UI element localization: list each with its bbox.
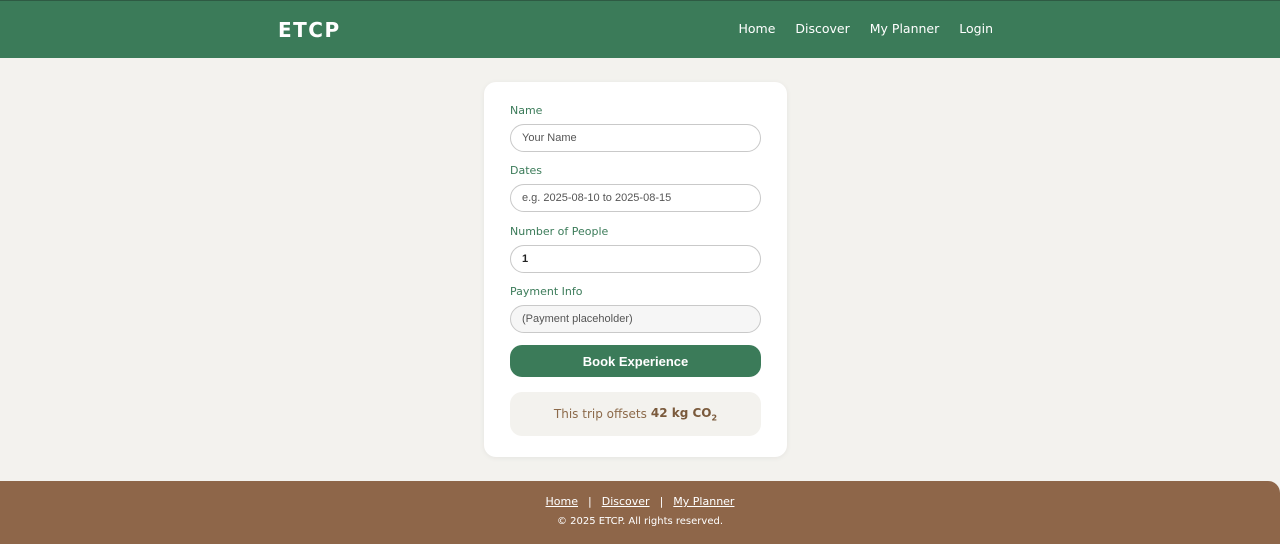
footer-separator: | [588,495,592,508]
copyright-text: © 2025 ETCP. All rights reserved. [556,516,724,527]
carbon-offset-note: This trip offsets 42 kg CO2 [510,392,761,436]
footer-discover-link[interactable]: Discover [602,495,650,508]
payment-label: Payment Info [510,285,583,298]
name-label: Name [510,104,543,117]
main-nav: Home Discover My Planner Login [738,21,993,36]
footer-links: Home | Discover | My Planner [0,495,1280,508]
site-header: ETCP Home Discover My Planner Login [0,0,1280,58]
footer-my-planner-link[interactable]: My Planner [673,495,734,508]
nav-my-planner-link[interactable]: My Planner [870,21,940,36]
people-label: Number of People [510,225,609,238]
nav-login-link[interactable]: Login [959,21,993,36]
name-input[interactable] [510,124,761,152]
payment-input[interactable] [510,305,761,333]
offset-amount-text: 42 kg CO [650,405,712,420]
nav-home-link[interactable]: Home [738,21,775,36]
site-footer: Home | Discover | My Planner © 2025 ETCP… [0,481,1280,544]
nav-discover-link[interactable]: Discover [795,21,849,36]
dates-input[interactable] [510,184,761,212]
footer-home-link[interactable]: Home [546,495,578,508]
footer-separator: | [659,495,664,508]
offset-amount: 42 kg CO2 [651,406,717,422]
brand-logo[interactable]: ETCP [278,18,341,42]
page: ETCP Home Discover My Planner Login Name… [0,0,1280,544]
offset-subscript: 2 [711,413,718,423]
book-experience-button[interactable]: Book Experience [510,345,761,377]
people-input[interactable] [510,245,761,273]
offset-prefix: This trip offsets [553,407,647,421]
dates-label: Dates [510,164,543,177]
booking-card: Name Dates Number of People Payment Info… [484,82,787,457]
